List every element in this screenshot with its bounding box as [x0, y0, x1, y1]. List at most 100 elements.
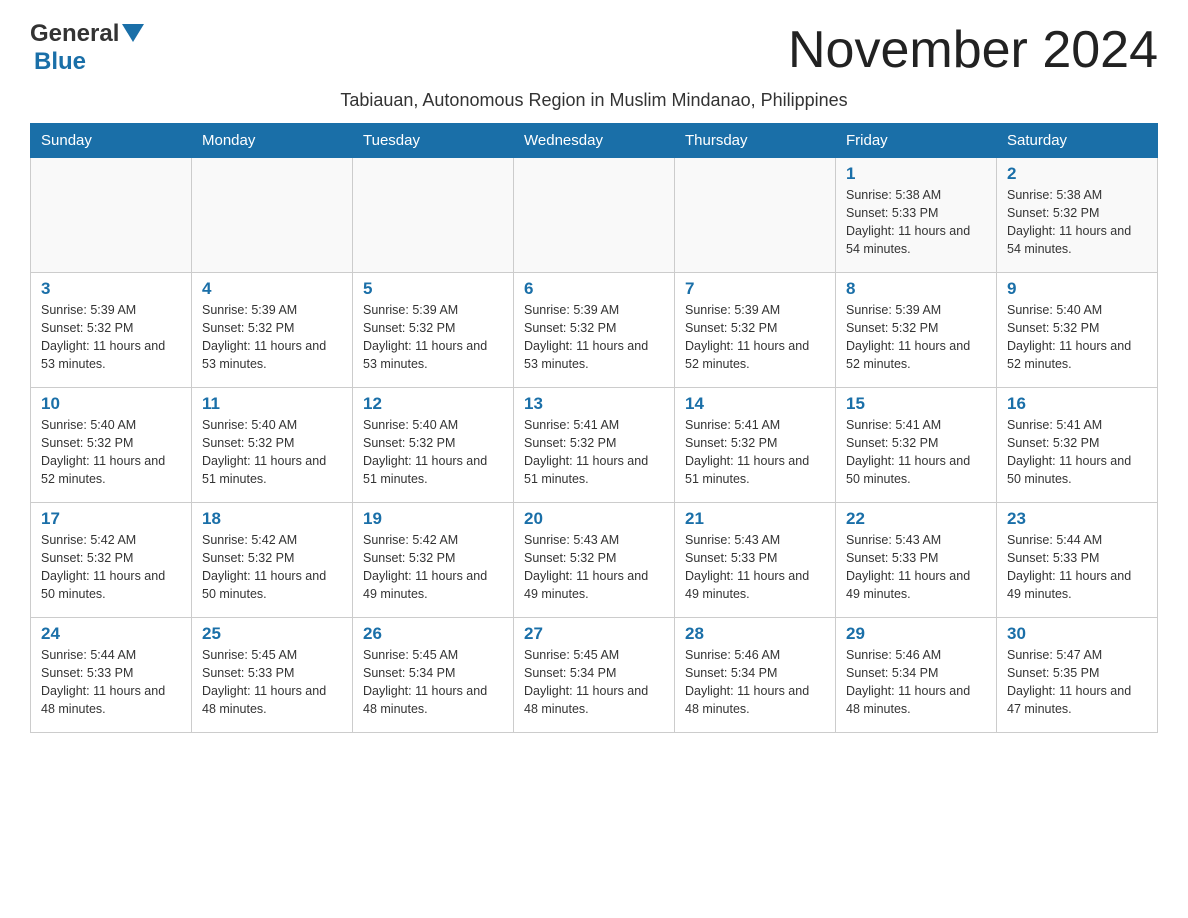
calendar-cell: 27Sunrise: 5:45 AM Sunset: 5:34 PM Dayli…	[514, 618, 675, 733]
day-info: Sunrise: 5:39 AM Sunset: 5:32 PM Dayligh…	[363, 301, 503, 374]
page-header: General Blue November 2024	[30, 20, 1158, 80]
calendar-cell: 22Sunrise: 5:43 AM Sunset: 5:33 PM Dayli…	[836, 503, 997, 618]
calendar-cell: 16Sunrise: 5:41 AM Sunset: 5:32 PM Dayli…	[997, 388, 1158, 503]
day-number: 28	[685, 624, 825, 644]
calendar-cell: 3Sunrise: 5:39 AM Sunset: 5:32 PM Daylig…	[31, 273, 192, 388]
calendar-cell: 10Sunrise: 5:40 AM Sunset: 5:32 PM Dayli…	[31, 388, 192, 503]
calendar-cell: 19Sunrise: 5:42 AM Sunset: 5:32 PM Dayli…	[353, 503, 514, 618]
calendar-header-saturday: Saturday	[997, 124, 1158, 158]
calendar-cell: 11Sunrise: 5:40 AM Sunset: 5:32 PM Dayli…	[192, 388, 353, 503]
day-info: Sunrise: 5:40 AM Sunset: 5:32 PM Dayligh…	[363, 416, 503, 489]
day-number: 8	[846, 279, 986, 299]
calendar-cell	[353, 158, 514, 273]
calendar-cell: 7Sunrise: 5:39 AM Sunset: 5:32 PM Daylig…	[675, 273, 836, 388]
day-number: 12	[363, 394, 503, 414]
logo-general-text: General	[30, 20, 119, 48]
calendar-cell: 24Sunrise: 5:44 AM Sunset: 5:33 PM Dayli…	[31, 618, 192, 733]
calendar-cell: 25Sunrise: 5:45 AM Sunset: 5:33 PM Dayli…	[192, 618, 353, 733]
calendar-week-row: 10Sunrise: 5:40 AM Sunset: 5:32 PM Dayli…	[31, 388, 1158, 503]
calendar-cell: 2Sunrise: 5:38 AM Sunset: 5:32 PM Daylig…	[997, 158, 1158, 273]
calendar-cell: 8Sunrise: 5:39 AM Sunset: 5:32 PM Daylig…	[836, 273, 997, 388]
day-number: 26	[363, 624, 503, 644]
day-number: 18	[202, 509, 342, 529]
calendar-cell: 21Sunrise: 5:43 AM Sunset: 5:33 PM Dayli…	[675, 503, 836, 618]
day-info: Sunrise: 5:42 AM Sunset: 5:32 PM Dayligh…	[202, 531, 342, 604]
day-number: 13	[524, 394, 664, 414]
calendar-cell: 29Sunrise: 5:46 AM Sunset: 5:34 PM Dayli…	[836, 618, 997, 733]
calendar-cell: 26Sunrise: 5:45 AM Sunset: 5:34 PM Dayli…	[353, 618, 514, 733]
day-number: 17	[41, 509, 181, 529]
day-number: 3	[41, 279, 181, 299]
subtitle: Tabiauan, Autonomous Region in Muslim Mi…	[30, 90, 1158, 111]
day-number: 19	[363, 509, 503, 529]
calendar-cell	[514, 158, 675, 273]
calendar-cell: 17Sunrise: 5:42 AM Sunset: 5:32 PM Dayli…	[31, 503, 192, 618]
calendar-cell	[192, 158, 353, 273]
calendar-cell: 14Sunrise: 5:41 AM Sunset: 5:32 PM Dayli…	[675, 388, 836, 503]
day-info: Sunrise: 5:47 AM Sunset: 5:35 PM Dayligh…	[1007, 646, 1147, 719]
day-info: Sunrise: 5:42 AM Sunset: 5:32 PM Dayligh…	[363, 531, 503, 604]
day-info: Sunrise: 5:39 AM Sunset: 5:32 PM Dayligh…	[685, 301, 825, 374]
day-number: 7	[685, 279, 825, 299]
calendar-header-wednesday: Wednesday	[514, 124, 675, 158]
day-number: 2	[1007, 164, 1147, 184]
calendar-cell: 4Sunrise: 5:39 AM Sunset: 5:32 PM Daylig…	[192, 273, 353, 388]
calendar-header-thursday: Thursday	[675, 124, 836, 158]
day-info: Sunrise: 5:46 AM Sunset: 5:34 PM Dayligh…	[846, 646, 986, 719]
day-number: 23	[1007, 509, 1147, 529]
calendar-cell	[31, 158, 192, 273]
logo-triangle-icon	[122, 24, 144, 46]
day-info: Sunrise: 5:39 AM Sunset: 5:32 PM Dayligh…	[846, 301, 986, 374]
day-info: Sunrise: 5:40 AM Sunset: 5:32 PM Dayligh…	[1007, 301, 1147, 374]
calendar-cell: 1Sunrise: 5:38 AM Sunset: 5:33 PM Daylig…	[836, 158, 997, 273]
day-info: Sunrise: 5:43 AM Sunset: 5:33 PM Dayligh…	[846, 531, 986, 604]
calendar-cell: 5Sunrise: 5:39 AM Sunset: 5:32 PM Daylig…	[353, 273, 514, 388]
calendar-header-monday: Monday	[192, 124, 353, 158]
day-number: 25	[202, 624, 342, 644]
day-number: 5	[363, 279, 503, 299]
day-number: 24	[41, 624, 181, 644]
day-number: 30	[1007, 624, 1147, 644]
calendar-header-sunday: Sunday	[31, 124, 192, 158]
logo-blue-text: Blue	[34, 48, 86, 75]
calendar-cell: 13Sunrise: 5:41 AM Sunset: 5:32 PM Dayli…	[514, 388, 675, 503]
calendar-cell: 28Sunrise: 5:46 AM Sunset: 5:34 PM Dayli…	[675, 618, 836, 733]
day-info: Sunrise: 5:43 AM Sunset: 5:33 PM Dayligh…	[685, 531, 825, 604]
day-info: Sunrise: 5:41 AM Sunset: 5:32 PM Dayligh…	[685, 416, 825, 489]
day-number: 15	[846, 394, 986, 414]
month-title: November 2024	[788, 20, 1158, 80]
day-info: Sunrise: 5:44 AM Sunset: 5:33 PM Dayligh…	[1007, 531, 1147, 604]
calendar-cell: 9Sunrise: 5:40 AM Sunset: 5:32 PM Daylig…	[997, 273, 1158, 388]
day-number: 10	[41, 394, 181, 414]
calendar-header-friday: Friday	[836, 124, 997, 158]
day-number: 27	[524, 624, 664, 644]
day-info: Sunrise: 5:45 AM Sunset: 5:34 PM Dayligh…	[524, 646, 664, 719]
day-info: Sunrise: 5:44 AM Sunset: 5:33 PM Dayligh…	[41, 646, 181, 719]
calendar-week-row: 3Sunrise: 5:39 AM Sunset: 5:32 PM Daylig…	[31, 273, 1158, 388]
day-info: Sunrise: 5:43 AM Sunset: 5:32 PM Dayligh…	[524, 531, 664, 604]
calendar-cell: 30Sunrise: 5:47 AM Sunset: 5:35 PM Dayli…	[997, 618, 1158, 733]
calendar-cell: 12Sunrise: 5:40 AM Sunset: 5:32 PM Dayli…	[353, 388, 514, 503]
day-info: Sunrise: 5:39 AM Sunset: 5:32 PM Dayligh…	[202, 301, 342, 374]
day-number: 22	[846, 509, 986, 529]
day-info: Sunrise: 5:41 AM Sunset: 5:32 PM Dayligh…	[846, 416, 986, 489]
day-info: Sunrise: 5:46 AM Sunset: 5:34 PM Dayligh…	[685, 646, 825, 719]
day-number: 9	[1007, 279, 1147, 299]
calendar-header-tuesday: Tuesday	[353, 124, 514, 158]
day-info: Sunrise: 5:40 AM Sunset: 5:32 PM Dayligh…	[41, 416, 181, 489]
day-info: Sunrise: 5:41 AM Sunset: 5:32 PM Dayligh…	[524, 416, 664, 489]
day-info: Sunrise: 5:39 AM Sunset: 5:32 PM Dayligh…	[41, 301, 181, 374]
calendar-cell	[675, 158, 836, 273]
day-number: 20	[524, 509, 664, 529]
day-number: 4	[202, 279, 342, 299]
day-info: Sunrise: 5:39 AM Sunset: 5:32 PM Dayligh…	[524, 301, 664, 374]
day-info: Sunrise: 5:41 AM Sunset: 5:32 PM Dayligh…	[1007, 416, 1147, 489]
day-info: Sunrise: 5:38 AM Sunset: 5:32 PM Dayligh…	[1007, 186, 1147, 259]
logo: General Blue	[30, 20, 144, 76]
day-number: 29	[846, 624, 986, 644]
day-number: 16	[1007, 394, 1147, 414]
calendar-cell: 6Sunrise: 5:39 AM Sunset: 5:32 PM Daylig…	[514, 273, 675, 388]
day-info: Sunrise: 5:45 AM Sunset: 5:34 PM Dayligh…	[363, 646, 503, 719]
calendar-table: SundayMondayTuesdayWednesdayThursdayFrid…	[30, 123, 1158, 733]
day-number: 14	[685, 394, 825, 414]
